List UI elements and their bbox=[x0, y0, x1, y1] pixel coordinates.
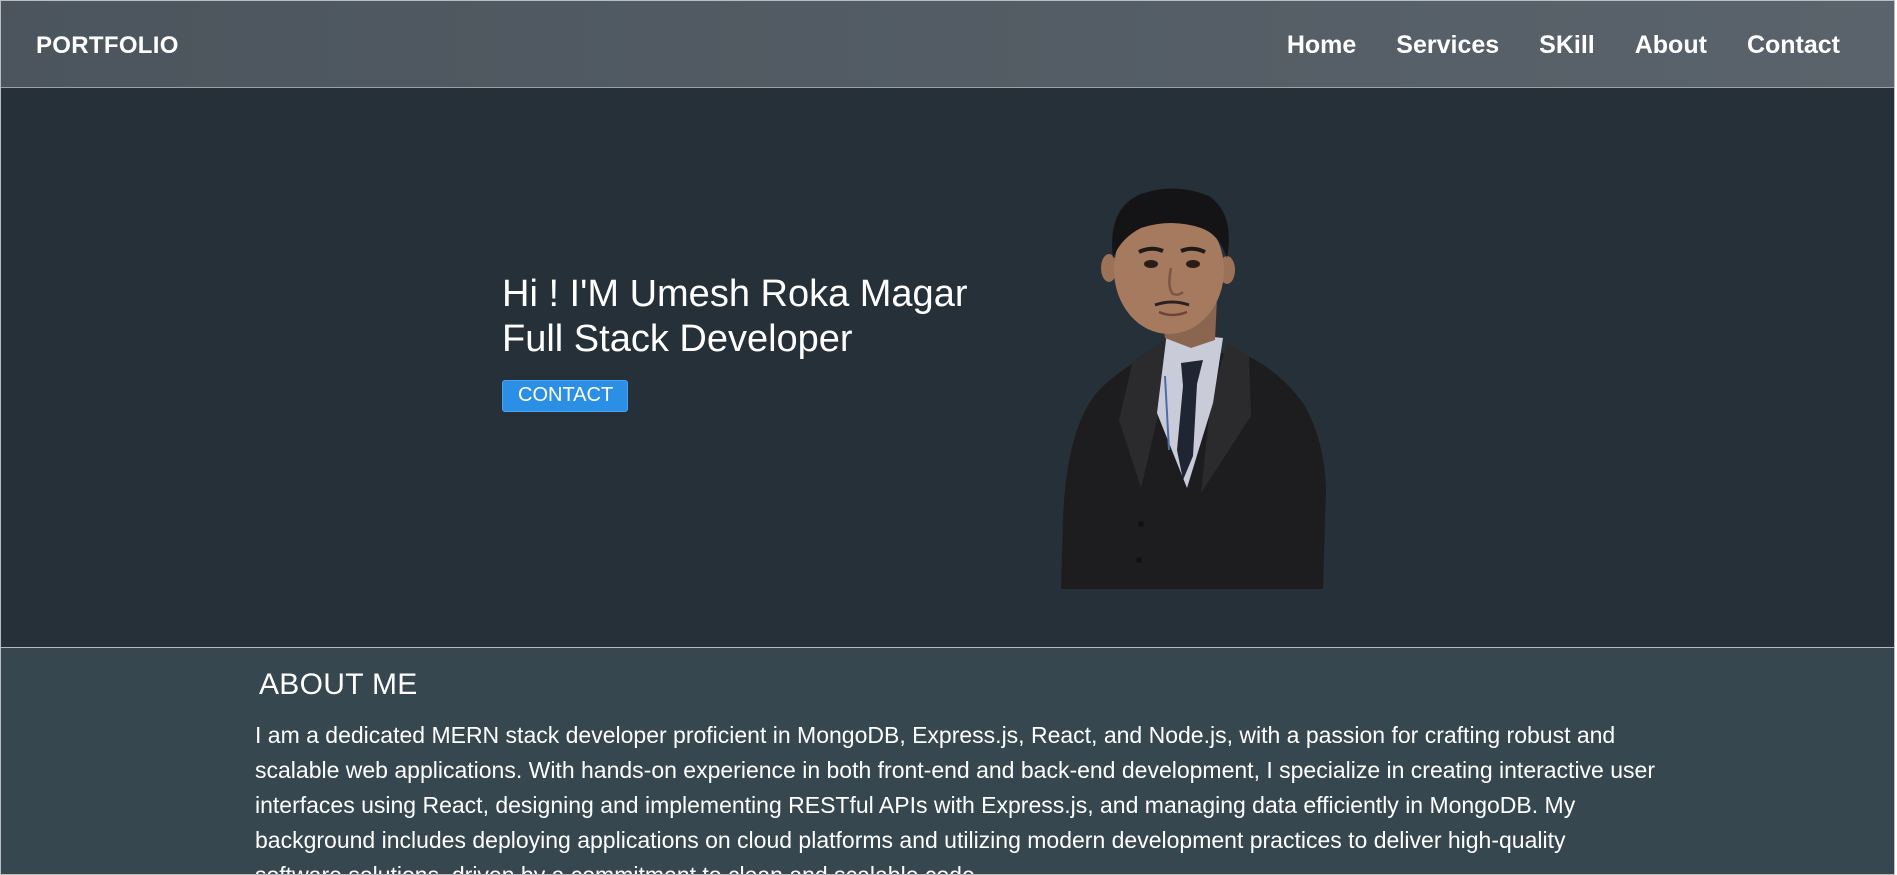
nav-link-about[interactable]: About bbox=[1635, 31, 1707, 59]
about-title: ABOUT ME bbox=[259, 668, 418, 701]
hero-role: Full Stack Developer bbox=[502, 318, 853, 360]
nav-link-skill[interactable]: SKill bbox=[1539, 31, 1595, 59]
about-section: ABOUT ME I am a dedicated MERN stack dev… bbox=[1, 648, 1894, 874]
page: PORTFOLIO Home Services SKill About Cont… bbox=[0, 0, 1895, 875]
nav-link-home[interactable]: Home bbox=[1287, 31, 1356, 59]
nav-menu: Home Services SKill About Contact bbox=[1287, 31, 1840, 59]
hero-greeting: Hi ! I'M Umesh Roka Magar bbox=[502, 273, 968, 315]
navbar: PORTFOLIO Home Services SKill About Cont… bbox=[1, 1, 1894, 88]
contact-button[interactable]: CONTACT bbox=[502, 380, 629, 412]
hero-section: Hi ! I'M Umesh Roka Magar Full Stack Dev… bbox=[1, 88, 1894, 648]
profile-photo bbox=[1061, 188, 1326, 589]
nav-link-contact[interactable]: Contact bbox=[1747, 31, 1840, 59]
brand-logo[interactable]: PORTFOLIO bbox=[36, 32, 179, 59]
nav-link-services[interactable]: Services bbox=[1396, 31, 1499, 59]
hero-intro: Hi ! I'M Umesh Roka Magar Full Stack Dev… bbox=[502, 272, 967, 412]
about-description: I am a dedicated MERN stack developer pr… bbox=[255, 722, 1655, 875]
